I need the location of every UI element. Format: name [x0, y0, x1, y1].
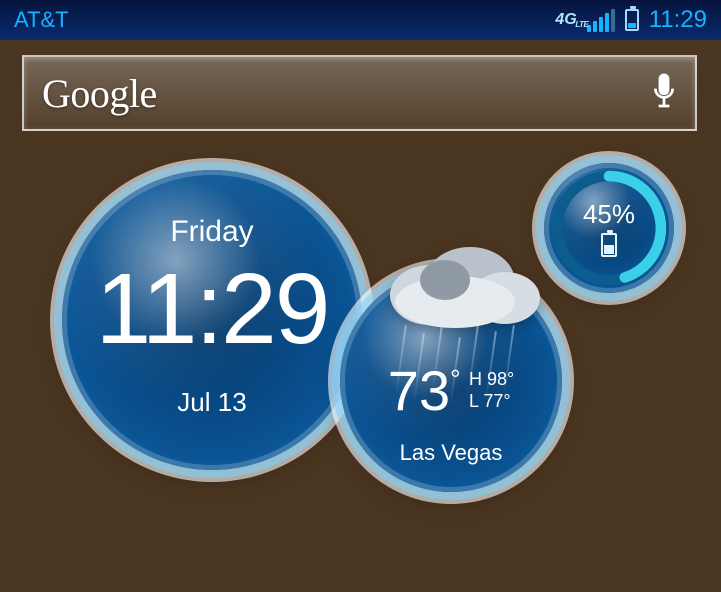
weather-temp-unit: °	[450, 364, 460, 394]
clock-date: Jul 13	[62, 387, 362, 418]
battery-percent: 45%	[544, 199, 674, 230]
network-icon: 4GLTE	[555, 11, 576, 29]
status-bar: AT&T 4GLTE 11:29	[0, 0, 721, 40]
weather-widget[interactable]: 73° H 98° L 77° Las Vegas	[340, 270, 562, 492]
search-provider-logo: Google	[42, 70, 157, 117]
battery-widget[interactable]: 45%	[544, 163, 674, 293]
clock-time: 11:29	[62, 252, 362, 367]
home-screen: AT&T 4GLTE 11:29 Google	[0, 0, 721, 592]
weather-temps: 73° H 98° L 77°	[340, 358, 562, 423]
weather-high: 98°	[487, 369, 514, 389]
weather-cloud-icon	[375, 240, 545, 330]
status-clock: 11:29	[649, 6, 707, 34]
mic-icon[interactable]	[651, 71, 677, 115]
clock-day: Friday	[62, 215, 362, 249]
signal-icon	[587, 9, 615, 32]
carrier-label: AT&T	[14, 7, 69, 33]
weather-current-temp: 73	[388, 359, 450, 422]
weather-location: Las Vegas	[340, 440, 562, 466]
search-bar[interactable]: Google	[22, 55, 697, 131]
weather-low-label: L	[469, 391, 478, 411]
battery-icon	[625, 9, 639, 31]
weather-high-label: H	[469, 369, 482, 389]
weather-low: 77°	[483, 391, 510, 411]
clock-widget[interactable]: Friday 11:29 Jul 13	[62, 170, 362, 470]
battery-inner-icon	[544, 233, 674, 257]
